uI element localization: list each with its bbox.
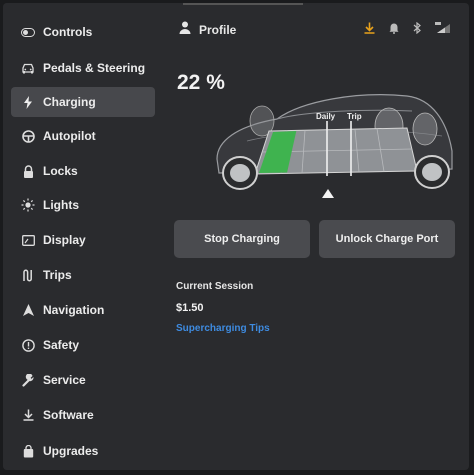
- sidebar-item-controls[interactable]: Controls: [11, 17, 155, 47]
- download-icon[interactable]: [364, 21, 375, 39]
- toggle-icon: [15, 27, 41, 37]
- bluetooth-icon[interactable]: [413, 21, 421, 39]
- sun-icon: [15, 198, 41, 212]
- lock-icon: [15, 164, 41, 178]
- sidebar-item-lights[interactable]: Lights: [11, 190, 155, 220]
- user-icon: [179, 21, 191, 39]
- alert-circle-icon: [15, 338, 41, 352]
- sidebar-item-label: Navigation: [43, 303, 105, 317]
- tesla-screen: Controls Pedals & Steering Charging Auto…: [3, 3, 469, 470]
- sidebar-item-upgrades[interactable]: Upgrades: [11, 436, 155, 466]
- sidebar-item-label: Locks: [43, 164, 78, 178]
- navigation-arrow-icon: [15, 304, 41, 316]
- status-bar: [364, 21, 451, 39]
- car-icon: [15, 63, 41, 74]
- stop-charging-button[interactable]: Stop Charging: [174, 220, 310, 258]
- sidebar-item-label: Upgrades: [43, 444, 99, 458]
- sidebar-item-label: Software: [43, 408, 94, 422]
- daily-limit-label: Daily: [316, 112, 336, 121]
- session-cost: $1.50: [176, 302, 204, 314]
- sidebar-item-pedals-steering[interactable]: Pedals & Steering: [11, 53, 155, 83]
- sidebar-item-software[interactable]: Software: [11, 400, 155, 430]
- sidebar-item-safety[interactable]: Safety: [11, 330, 155, 360]
- unlock-charge-port-button[interactable]: Unlock Charge Port: [319, 220, 455, 258]
- display-icon: [15, 234, 41, 246]
- sidebar-item-navigation[interactable]: Navigation: [11, 295, 155, 325]
- sidebar-item-label: Service: [43, 373, 86, 387]
- sidebar-item-label: Lights: [43, 198, 79, 212]
- main-content: Profile 22 % Daily Trip Stop Charging Un…: [163, 3, 469, 470]
- sidebar-item-label: Pedals & Steering: [43, 61, 146, 75]
- sidebar-item-service[interactable]: Service: [11, 365, 155, 395]
- sidebar-item-charging[interactable]: Charging: [11, 87, 155, 117]
- steering-wheel-icon: [15, 129, 41, 143]
- wrench-icon: [15, 373, 41, 387]
- download-icon: [15, 409, 41, 421]
- charge-port-marker: [322, 189, 334, 198]
- trip-limit-label: Trip: [347, 112, 362, 121]
- shopping-bag-icon: [15, 444, 41, 458]
- sidebar-item-label: Autopilot: [43, 129, 96, 143]
- profile-label: Profile: [199, 23, 237, 37]
- bell-icon[interactable]: [389, 21, 399, 39]
- car-illustration: [216, 94, 453, 198]
- lightning-icon: [15, 95, 41, 109]
- supercharging-tips-link[interactable]: Supercharging Tips: [176, 323, 270, 334]
- lte-signal-icon: [435, 21, 451, 39]
- sidebar-item-label: Trips: [43, 268, 72, 282]
- sidebar-item-autopilot[interactable]: Autopilot: [11, 121, 155, 151]
- sidebar-item-label: Controls: [43, 25, 93, 39]
- car-battery-visual: [207, 81, 457, 201]
- sidebar-item-trips[interactable]: Trips: [11, 260, 155, 290]
- sidebar-item-label: Display: [43, 233, 86, 247]
- sidebar-item-locks[interactable]: Locks: [11, 156, 155, 186]
- sidebar-item-label: Charging: [43, 95, 96, 109]
- current-session-label: Current Session: [176, 281, 254, 292]
- sidebar-item-label: Safety: [43, 338, 80, 352]
- sidebar-item-display[interactable]: Display: [11, 225, 155, 255]
- trips-icon: [15, 268, 41, 282]
- sidebar: Controls Pedals & Steering Charging Auto…: [3, 3, 163, 470]
- profile-button[interactable]: Profile: [179, 21, 236, 39]
